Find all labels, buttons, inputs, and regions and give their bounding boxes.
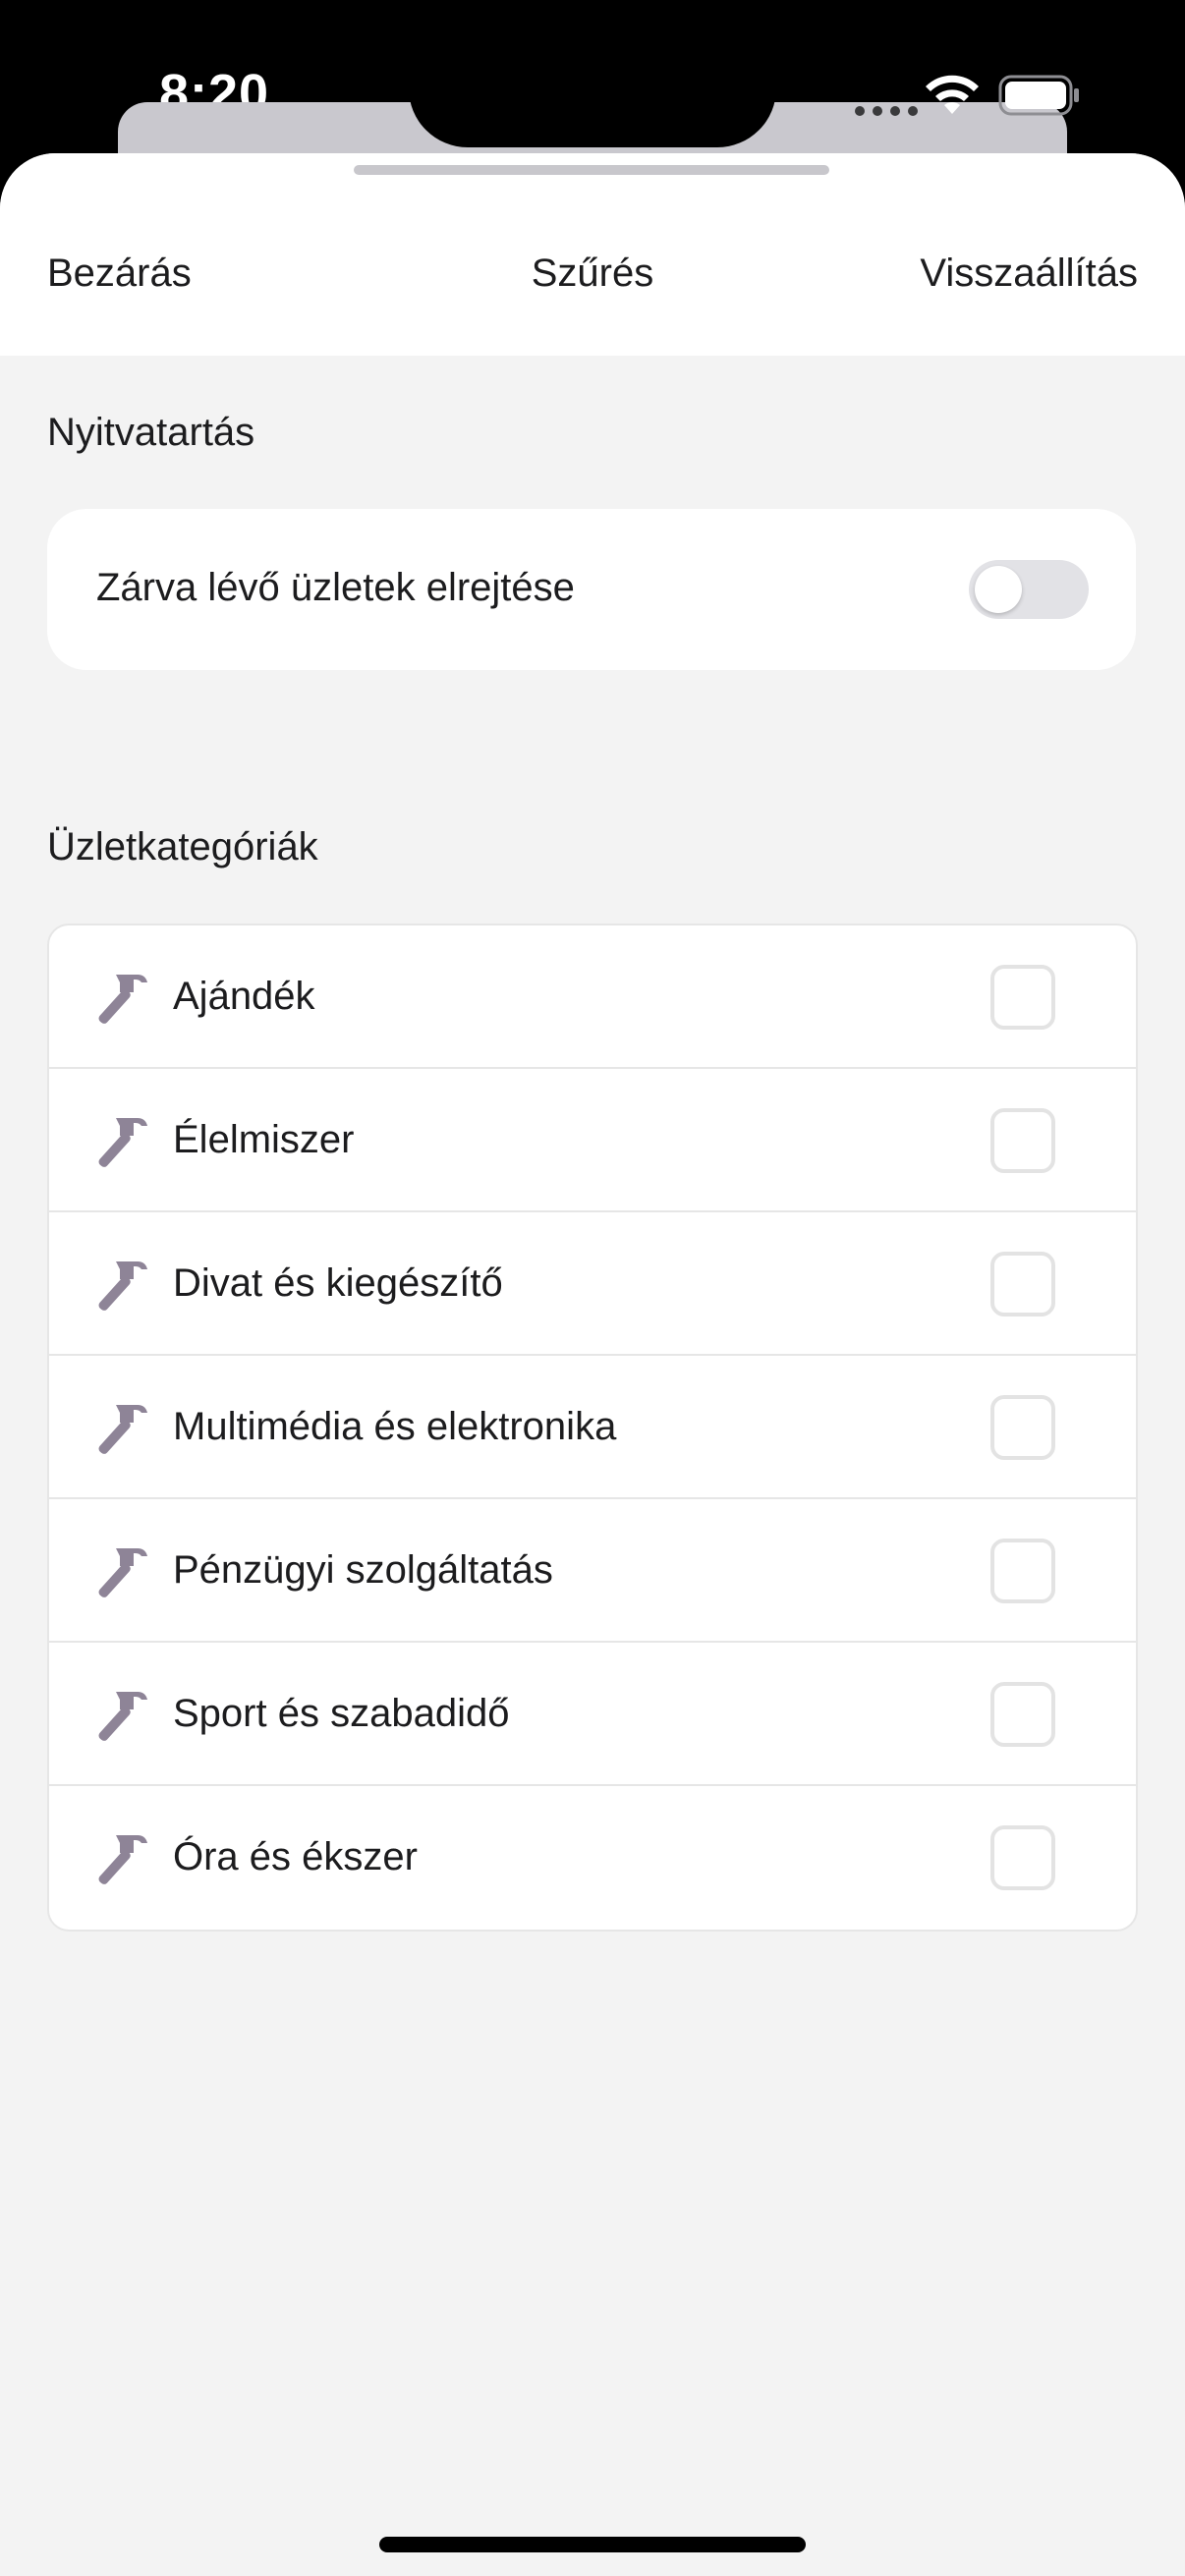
notch	[409, 0, 776, 147]
hide-closed-label: Zárva lévő üzletek elrejtése	[96, 566, 575, 609]
hammer-icon	[98, 1692, 147, 1741]
category-item-1[interactable]: Élelmiszer	[49, 1069, 1136, 1212]
category-item-3[interactable]: Multimédia és elektronika	[49, 1356, 1136, 1499]
hammer-icon	[98, 1405, 147, 1454]
hammer-icon	[98, 1835, 147, 1884]
wifi-icon	[926, 75, 979, 114]
hide-closed-row: Zárva lévő üzletek elrejtése	[47, 509, 1136, 670]
cellular-signal-icon	[855, 106, 918, 116]
reset-button[interactable]: Visszaállítás	[920, 252, 1138, 296]
category-label: Ajándék	[173, 975, 315, 1018]
sheet-header: Bezárás Szűrés Visszaállítás	[0, 153, 1185, 356]
opening-hours-section-title: Nyitvatartás	[47, 411, 255, 454]
category-checkbox[interactable]	[990, 965, 1055, 1030]
category-label: Sport és szabadidő	[173, 1692, 510, 1735]
category-item-2[interactable]: Divat és kiegészítő	[49, 1212, 1136, 1356]
filter-sheet: Bezárás Szűrés Visszaállítás Nyitvatartá…	[0, 153, 1185, 2576]
hammer-icon	[98, 1118, 147, 1167]
hammer-icon	[98, 1261, 147, 1311]
category-checkbox[interactable]	[990, 1539, 1055, 1603]
hammer-icon	[98, 975, 147, 1024]
categories-section-title: Üzletkategóriák	[47, 825, 318, 868]
screen: 8:20 Bezárás Szűrés Visszaállítás Nyitva…	[0, 0, 1185, 2576]
category-label: Pénzügyi szolgáltatás	[173, 1548, 553, 1592]
hide-closed-toggle[interactable]	[969, 560, 1089, 619]
category-label: Óra és ékszer	[173, 1835, 418, 1878]
category-label: Élelmiszer	[173, 1118, 355, 1161]
hammer-icon	[98, 1548, 147, 1597]
category-item-5[interactable]: Sport és szabadidő	[49, 1643, 1136, 1786]
sheet-grabber[interactable]	[354, 165, 829, 175]
battery-icon	[998, 75, 1079, 116]
category-list: Ajándék Élelmiszer Divat és kiegészítő M…	[47, 924, 1138, 1932]
category-checkbox[interactable]	[990, 1825, 1055, 1890]
toggle-knob	[975, 566, 1022, 613]
category-item-4[interactable]: Pénzügyi szolgáltatás	[49, 1499, 1136, 1643]
category-label: Multimédia és elektronika	[173, 1405, 617, 1448]
category-checkbox[interactable]	[990, 1252, 1055, 1316]
category-item-6[interactable]: Óra és ékszer	[49, 1786, 1136, 1930]
category-checkbox[interactable]	[990, 1395, 1055, 1460]
category-label: Divat és kiegészítő	[173, 1261, 503, 1305]
category-checkbox[interactable]	[990, 1108, 1055, 1173]
category-item-0[interactable]: Ajándék	[49, 925, 1136, 1069]
home-indicator	[379, 2537, 806, 2552]
category-checkbox[interactable]	[990, 1682, 1055, 1747]
